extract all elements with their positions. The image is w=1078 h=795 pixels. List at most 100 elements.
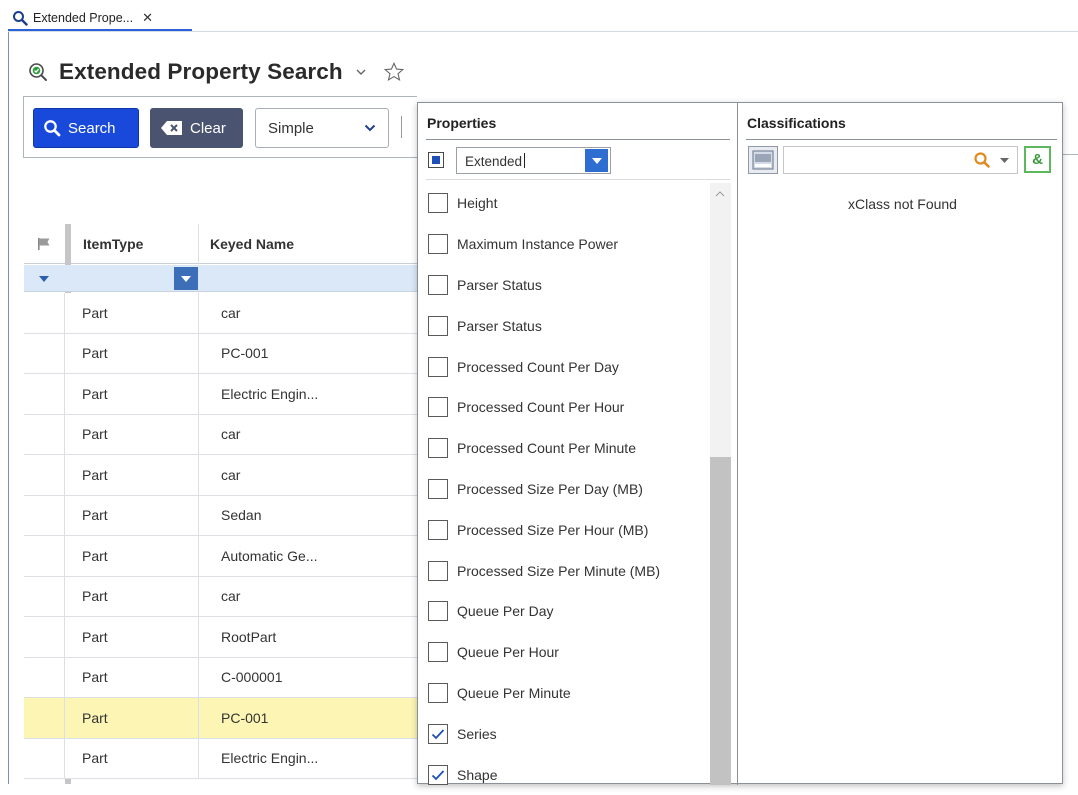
star-icon[interactable] [383, 61, 405, 83]
property-item[interactable]: Queue Per Day [428, 591, 710, 632]
property-type-dropdown-button[interactable] [585, 149, 608, 172]
property-item[interactable]: Processed Count Per Hour [428, 387, 710, 428]
property-list-scrollbar[interactable] [710, 183, 731, 785]
cell-keyed-name: car [198, 455, 240, 495]
chevron-down-icon [364, 124, 376, 132]
search-mode-value: Simple [268, 119, 314, 137]
checkbox[interactable] [428, 193, 448, 214]
table-row[interactable]: Part Electric Engin... [24, 374, 417, 415]
property-item[interactable]: Processed Size Per Day (MB) [428, 469, 710, 510]
checkbox-checked[interactable] [428, 723, 448, 744]
frame-border-top [8, 31, 1078, 32]
property-item[interactable]: Queue Per Minute [428, 673, 710, 714]
property-item[interactable]: Series [428, 713, 710, 754]
properties-filter: Extended [428, 146, 730, 176]
search-icon[interactable] [973, 151, 991, 169]
table-row[interactable]: Part car [24, 455, 417, 496]
table-row[interactable]: Part C-000001 [24, 657, 417, 698]
filter-row-toggle[interactable] [24, 265, 64, 292]
property-item[interactable]: Parser Status [428, 265, 710, 306]
property-label: Parser Status [457, 317, 542, 334]
scrollbar-thumb[interactable] [710, 457, 731, 785]
property-item[interactable]: Parser Status [428, 305, 710, 346]
column-header-keyed-name[interactable]: Keyed Name [210, 224, 294, 264]
and-operator-button[interactable]: & [1024, 146, 1051, 173]
backspace-icon [161, 121, 182, 135]
search-mode-select[interactable]: Simple [255, 108, 389, 148]
table-row[interactable]: Part car [24, 414, 417, 455]
table-row[interactable]: Part PC-001 [24, 333, 417, 374]
search-button[interactable]: Search [33, 108, 139, 148]
property-label: Queue Per Hour [457, 644, 559, 661]
toolbar-border-right [1061, 154, 1078, 155]
table-row[interactable]: Part Electric Engin... [24, 738, 417, 779]
property-label: Processed Count Per Day [457, 358, 619, 375]
cell-itemtype: Part [82, 304, 108, 321]
search-icon [13, 10, 28, 26]
cell-itemtype: Part [82, 628, 108, 645]
cell-itemtype: Part [82, 547, 108, 564]
table-row[interactable]: Part car [24, 576, 417, 617]
property-item[interactable]: Height [428, 183, 710, 224]
search-icon [44, 120, 61, 137]
chevron-up-icon[interactable] [714, 190, 726, 198]
property-item[interactable]: Processed Count Per Minute [428, 428, 710, 469]
checkbox[interactable] [428, 356, 448, 377]
classification-empty-message: xClass not Found [848, 196, 957, 212]
checkbox[interactable] [428, 601, 448, 622]
clear-button[interactable]: Clear [150, 108, 243, 148]
grid-filter-row [24, 265, 417, 292]
checkbox[interactable] [428, 682, 448, 703]
cell-itemtype: Part [82, 466, 108, 483]
checkbox-checked[interactable] [428, 764, 448, 785]
checkbox[interactable] [428, 642, 448, 663]
classification-tree-button[interactable] [748, 146, 778, 174]
tab-extended-property-search[interactable]: Extended Prope... ✕ [8, 6, 192, 31]
checkbox[interactable] [428, 274, 448, 295]
table-row-selected[interactable]: Part PC-001 [24, 698, 417, 739]
classification-search-input[interactable] [783, 146, 1018, 174]
property-item[interactable]: Processed Count Per Day [428, 346, 710, 387]
cell-itemtype: Part [82, 709, 108, 726]
flag-column-header[interactable] [24, 224, 64, 264]
property-item[interactable]: Shape [428, 754, 710, 795]
toolbar-separator [401, 116, 402, 138]
property-item[interactable]: Processed Size Per Minute (MB) [428, 550, 710, 591]
caret-down-icon [181, 275, 191, 282]
checkbox[interactable] [428, 438, 448, 459]
table-row[interactable]: Part Sedan [24, 495, 417, 536]
property-item[interactable]: Maximum Instance Power [428, 224, 710, 265]
table-row[interactable]: Part RootPart [24, 617, 417, 658]
cell-itemtype: Part [82, 385, 108, 402]
checkbox[interactable] [428, 560, 448, 581]
checkbox[interactable] [428, 519, 448, 540]
property-type-combo[interactable]: Extended [456, 147, 611, 174]
divider [746, 139, 1057, 140]
table-row[interactable]: Part Automatic Ge... [24, 536, 417, 577]
property-list: Height Maximum Instance Power Parser Sta… [428, 183, 710, 795]
itemtype-filter-dropdown[interactable] [174, 267, 198, 290]
page-header: Extended Property Search [28, 55, 405, 89]
caret-down-icon[interactable] [1000, 158, 1009, 164]
window-icon [752, 150, 774, 170]
property-label: Queue Per Day [457, 603, 554, 620]
checkbox[interactable] [428, 234, 448, 255]
column-divider [198, 224, 199, 264]
property-item[interactable]: Queue Per Hour [428, 632, 710, 673]
property-classification-panel: Properties Extended Height Maximum Insta… [417, 102, 1063, 785]
cell-keyed-name: C-000001 [198, 657, 283, 697]
classification-search: & [748, 145, 1057, 177]
chevron-down-icon[interactable] [355, 66, 367, 78]
checkbox[interactable] [428, 478, 448, 499]
select-all-checkbox[interactable] [428, 152, 444, 168]
search-button-label: Search [68, 119, 116, 137]
checkbox[interactable] [428, 315, 448, 336]
checkbox[interactable] [428, 397, 448, 418]
column-header-itemtype[interactable]: ItemType [83, 224, 143, 264]
cell-itemtype: Part [82, 669, 108, 686]
checkmark-icon [431, 769, 445, 780]
results-grid: ItemType Keyed Name Part car Part PC-001 P… [24, 224, 417, 784]
table-row[interactable]: Part car [24, 293, 417, 334]
property-item[interactable]: Processed Size Per Hour (MB) [428, 509, 710, 550]
close-icon[interactable]: ✕ [142, 10, 153, 26]
